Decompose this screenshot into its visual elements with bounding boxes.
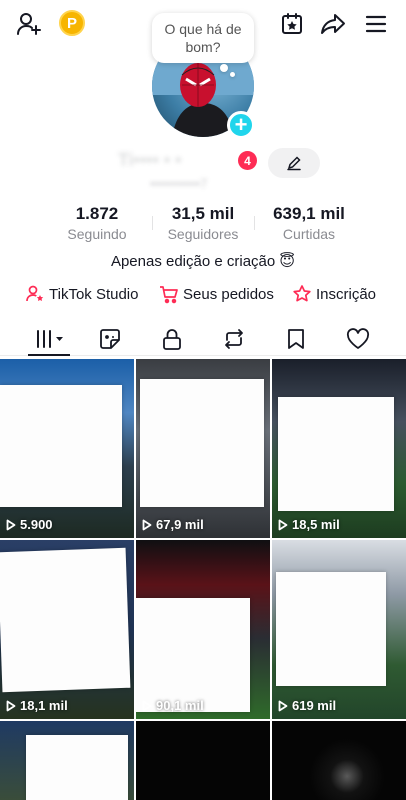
- play-icon: [6, 700, 16, 711]
- orders-link[interactable]: Seus pedidos: [159, 284, 274, 304]
- stat-value: 1.872: [75, 204, 119, 223]
- video-thumbnail[interactable]: [136, 721, 270, 800]
- active-tab-indicator: [28, 354, 70, 356]
- menu-icon[interactable]: [361, 9, 391, 39]
- video-thumbnail[interactable]: 18,1 mil: [0, 540, 134, 719]
- sticker-cover: [0, 385, 122, 507]
- sticker-cover: [276, 572, 386, 686]
- edit-profile-button[interactable]: [268, 148, 320, 178]
- link-label: TikTok Studio: [49, 285, 139, 303]
- grid-bars-icon: [37, 330, 63, 348]
- repost-icon: [225, 329, 243, 349]
- bubble-tail: [220, 64, 228, 72]
- sticker-cover: [0, 547, 131, 693]
- lock-icon: [163, 329, 181, 350]
- tab-reposts[interactable]: [218, 322, 250, 356]
- sticker-icon: [100, 329, 120, 349]
- person-star-icon: [26, 285, 44, 302]
- stat-label: Curtidas: [282, 226, 336, 242]
- sticker-cover: [278, 397, 394, 511]
- subscription-link[interactable]: Inscrição: [292, 284, 376, 304]
- view-count: 5.900: [6, 517, 53, 532]
- cart-icon: [160, 286, 178, 304]
- view-count-text: 67,9 mil: [156, 517, 204, 532]
- tab-private[interactable]: [156, 322, 188, 356]
- star-badge-icon: [293, 285, 311, 302]
- video-thumbnail[interactable]: [272, 721, 406, 800]
- play-icon: [278, 519, 288, 530]
- add-story-button[interactable]: +: [227, 111, 255, 139]
- stats-row: 1.872 Seguindo 31,5 mil Seguidores 639,1…: [0, 204, 406, 244]
- video-grid: 5.900 67,9 mil 18,5 mil 18,1 mil 90,1 mi…: [0, 359, 406, 800]
- video-thumbnail[interactable]: 619 mil: [272, 540, 406, 719]
- heart-icon: [346, 328, 370, 349]
- bookmark-icon: [288, 329, 304, 349]
- view-count-text: 619 mil: [292, 698, 337, 713]
- view-count: 67,9 mil: [142, 517, 204, 532]
- tab-sticker[interactable]: [94, 322, 126, 356]
- tab-videos[interactable]: [28, 322, 70, 356]
- stat-value: 31,5 mil: [171, 204, 235, 223]
- calendar-star-icon[interactable]: [277, 9, 307, 39]
- stat-label: Seguindo: [67, 226, 127, 242]
- view-count-text: 5.900: [20, 517, 53, 532]
- sticker-cover: [136, 598, 250, 712]
- view-count: 619 mil: [278, 698, 336, 713]
- bio-text: Apenas edição e criação 😇: [110, 253, 296, 270]
- video-thumbnail[interactable]: 67,9 mil: [136, 359, 270, 538]
- tab-favorites[interactable]: [280, 322, 312, 356]
- view-count: 90,1 mil: [142, 698, 204, 713]
- tab-liked[interactable]: [342, 322, 374, 356]
- divider: [254, 216, 255, 230]
- add-friend-icon[interactable]: [14, 9, 44, 39]
- link-label: Seus pedidos: [183, 285, 274, 303]
- speech-bubble[interactable]: O que há de bom?: [152, 13, 254, 63]
- profile-tabs: [0, 322, 406, 356]
- video-thumbnail[interactable]: [0, 721, 134, 800]
- video-thumbnail[interactable]: 18,5 mil: [272, 359, 406, 538]
- divider: [152, 216, 153, 230]
- stat-followers[interactable]: 31,5 mil Seguidores: [156, 204, 250, 242]
- view-count-text: 90,1 mil: [156, 698, 204, 713]
- name-row: Ti•••• • • 4: [0, 148, 406, 178]
- view-count: 18,1 mil: [6, 698, 68, 713]
- video-thumbnail[interactable]: 5.900: [0, 359, 134, 538]
- notification-badge[interactable]: 4: [238, 151, 257, 170]
- play-icon: [142, 700, 152, 711]
- video-thumbnail[interactable]: 90,1 mil: [136, 540, 270, 719]
- sticker-cover: [140, 379, 264, 507]
- stat-likes[interactable]: 639,1 mil Curtidas: [262, 204, 356, 242]
- play-icon: [142, 519, 152, 530]
- user-handle: •••••••••••7: [150, 176, 208, 191]
- share-icon[interactable]: [318, 9, 348, 39]
- pencil-icon: [287, 156, 301, 171]
- view-count-text: 18,5 mil: [292, 517, 340, 532]
- tiktok-studio-link[interactable]: TikTok Studio: [25, 284, 138, 304]
- link-label: Inscrição: [316, 285, 377, 303]
- stat-following[interactable]: 1.872 Seguindo: [52, 204, 142, 242]
- username: Ti•••• • •: [118, 150, 182, 170]
- play-icon: [6, 519, 16, 530]
- sticker-cover: [26, 735, 128, 800]
- view-count: 18,5 mil: [278, 517, 340, 532]
- stat-label: Seguidores: [167, 226, 239, 242]
- coin-icon[interactable]: P: [59, 10, 85, 36]
- bubble-tail-small: [230, 72, 235, 77]
- stat-value: 639,1 mil: [273, 204, 345, 223]
- play-icon: [278, 700, 288, 711]
- view-count-text: 18,1 mil: [20, 698, 68, 713]
- quick-links: TikTok Studio Seus pedidos Inscrição: [0, 284, 406, 306]
